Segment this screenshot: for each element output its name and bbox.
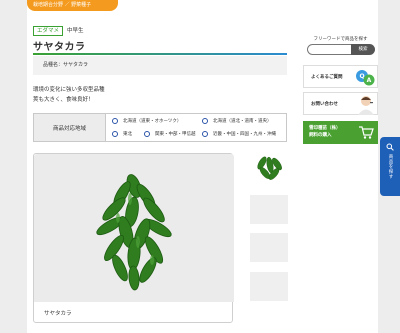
cart-icon [359,126,374,139]
region-option-label: 関東・中部・甲信越 [155,132,196,137]
radio-icon [112,131,118,137]
page-title: サヤタカラ [33,42,86,53]
description-line: 莢も大きく、食味良好！ [33,97,94,103]
product-photo[interactable] [34,154,234,302]
region-option-label: 北海道（道北・道南・道央） [213,119,272,124]
gallery-thumbnail[interactable] [250,233,288,262]
region-option[interactable]: 北海道（道東・オホーツク） [112,118,181,124]
operator-icon [358,96,374,115]
contact-label: お問い合わせ [311,101,338,107]
find-product-button[interactable]: 商品を探す [380,137,400,196]
faq-link[interactable]: よくあるご質問 Q A [303,65,378,88]
thumbnail-image [257,156,282,180]
region-options: 北海道（道東・オホーツク） 北海道（道北・道南・道央） 東北 関東・中部・甲信越… [106,114,286,141]
title-divider [33,53,287,55]
search-button[interactable]: 検索 [351,44,375,55]
variety-label: 品種名：サヤタカラ [43,62,89,68]
radio-icon [144,131,150,137]
product-tags: エダマメ 中早生 [33,26,84,36]
region-table: 商品対応地域 北海道（道東・オホーツク） 北海道（道北・道南・道央） 東北 関東… [33,113,287,142]
svg-text:A: A [367,77,372,84]
contact-link[interactable]: お問い合わせ [303,92,378,115]
breadcrumb[interactable]: 栽培期合分野 ／ 野菜種子 [27,0,118,11]
gallery-thumbnail[interactable] [250,153,288,182]
radio-icon [202,118,208,124]
edamame-image [96,174,172,291]
region-option-label: 東北 [123,132,132,137]
search-heading: フリーワードで商品を探す [313,37,368,42]
feed-purchase-link[interactable]: 雪印種苗（株） 飼料の購入 [303,121,378,144]
region-option-label: 北海道（道東・オホーツク） [123,119,182,124]
gallery-thumbnail[interactable] [250,195,288,224]
variety-box: 品種名：サヤタカラ [33,56,287,75]
region-option[interactable]: 近畿・中国・四国・九州・沖縄 [202,131,276,137]
region-option[interactable]: 関東・中部・甲信越 [144,131,196,137]
find-product-label: 商品を探す [388,154,393,179]
description-line: 環境の変化に強い多収型品種 [33,87,105,93]
faq-label: よくあるご質問 [311,74,343,80]
photo-caption: サヤタカラ [44,311,72,317]
region-option[interactable]: 東北 [112,131,132,137]
maturity-tag: 中早生 [67,28,84,34]
region-option[interactable]: 北海道（道北・道南・道央） [202,118,272,124]
category-tag: エダマメ [33,26,64,36]
region-label: 商品対応地域 [34,114,106,141]
radio-icon [202,131,208,137]
region-option-label: 近畿・中国・四国・九州・沖縄 [213,132,276,137]
radio-icon [112,118,118,124]
qa-icon: Q A [356,70,375,86]
gallery-thumbnail[interactable] [250,272,288,301]
search-input[interactable] [307,44,356,55]
product-description: 環境の変化に強い多収型品種 莢も大きく、食味良好！ [33,85,105,105]
svg-text:Q: Q [359,73,364,80]
product-photo-card: サヤタカラ [33,153,234,323]
search-icon [386,143,394,151]
